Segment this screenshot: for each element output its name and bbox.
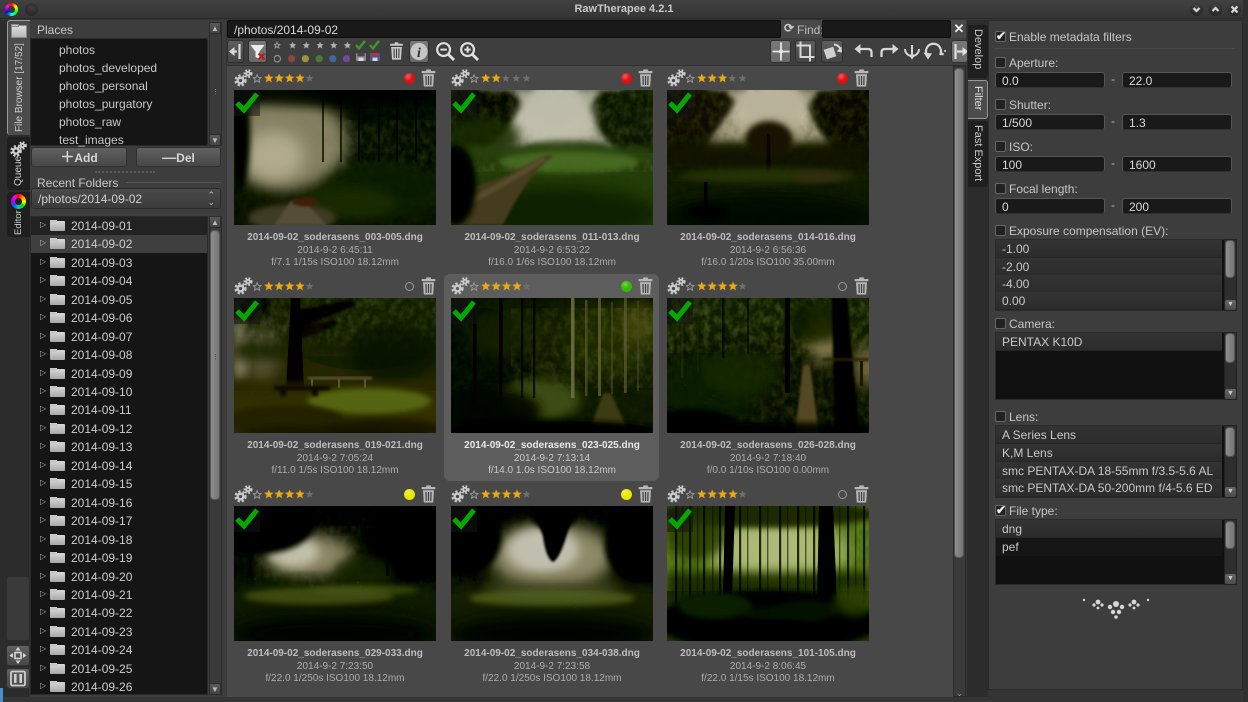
svg-text:i: i [417,46,421,61]
